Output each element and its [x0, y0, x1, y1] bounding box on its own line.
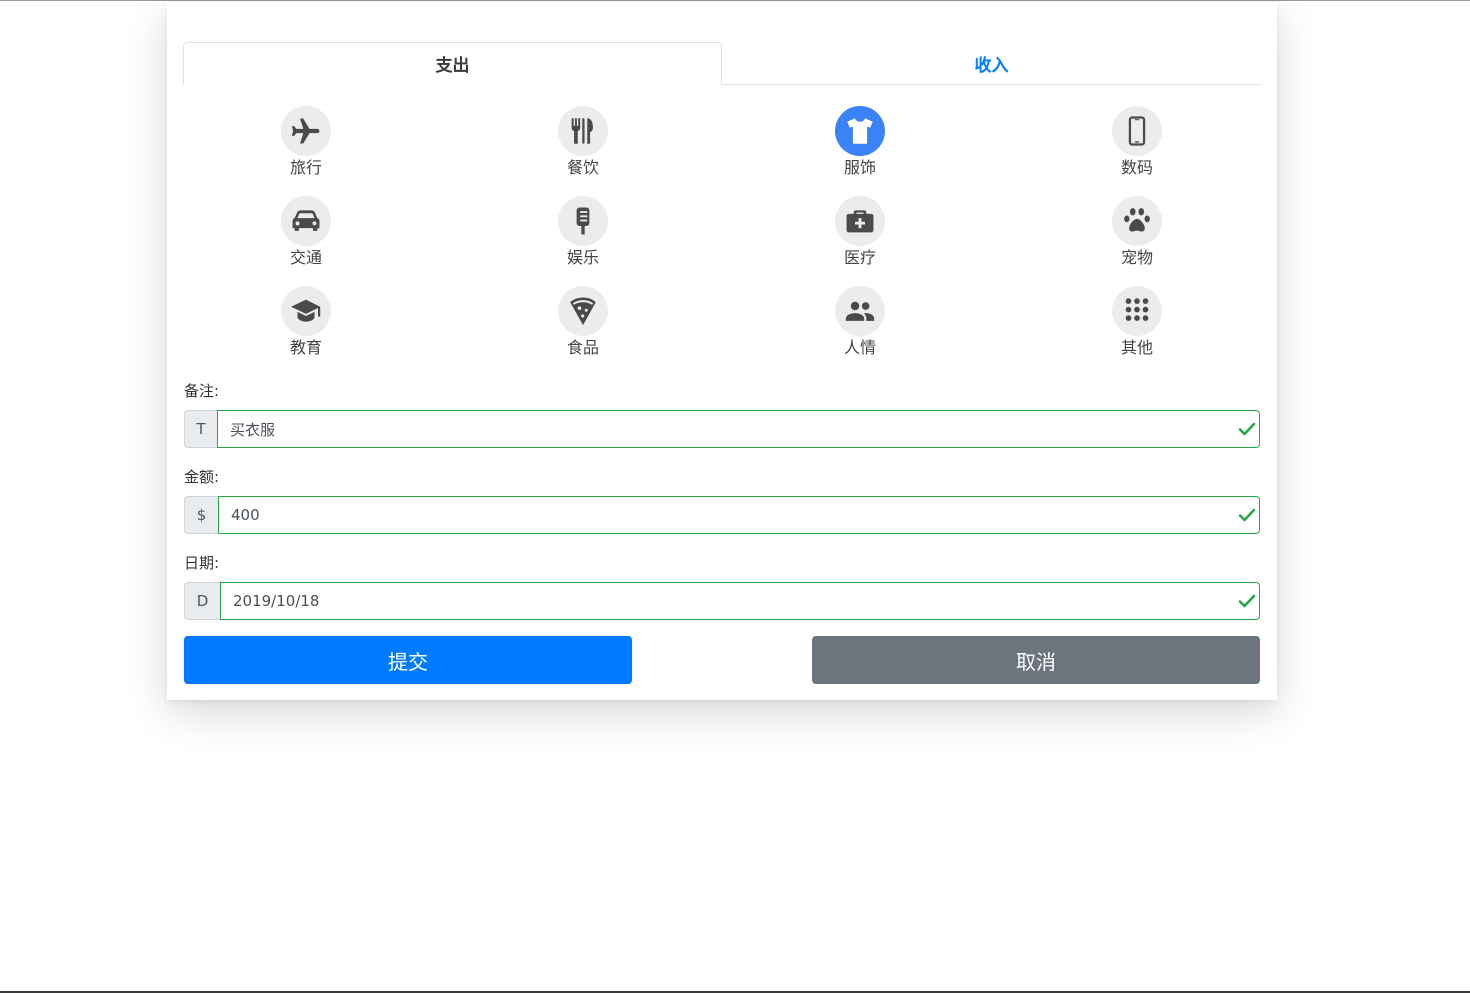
check-icon [1238, 594, 1256, 608]
category-medical[interactable]: 医疗 [800, 196, 920, 276]
amount-value: 400 [231, 506, 260, 524]
category-digital[interactable]: 数码 [1077, 106, 1197, 186]
microphone-icon [558, 196, 608, 246]
note-value: 买衣服 [230, 420, 276, 439]
type-tabs: 支出 收入 [183, 42, 1261, 85]
category-label: 教育 [289, 338, 322, 357]
graduation-cap-icon [281, 286, 331, 336]
paw-icon [1112, 196, 1162, 246]
category-dining[interactable]: 餐饮 [523, 106, 643, 186]
amount-input[interactable]: 400 [218, 496, 1260, 534]
category-pets[interactable]: 宠物 [1077, 196, 1197, 276]
category-entertainment[interactable]: 娱乐 [523, 196, 643, 276]
category-other[interactable]: 其他 [1077, 286, 1197, 366]
record-dialog: 支出 收入 旅行 餐饮 服饰 数码 交通 娱乐 医疗 宠物 教育 食品 人情 其… [167, 2, 1277, 700]
people-icon [835, 286, 885, 336]
tab-income[interactable]: 收入 [722, 42, 1261, 84]
category-label: 医疗 [843, 248, 876, 267]
amount-input-group: $ 400 [184, 496, 1260, 534]
category-food[interactable]: 食品 [523, 286, 643, 366]
category-label: 服饰 [843, 158, 876, 177]
note-input-group: T 买衣服 [184, 410, 1260, 448]
note-addon: T [184, 410, 217, 448]
window-top-border [0, 0, 1470, 1]
date-input-group: D 2019/10/18 [184, 582, 1260, 620]
amount-label: 金额: [184, 468, 220, 486]
date-input[interactable]: 2019/10/18 [220, 582, 1260, 620]
category-clothing[interactable]: 服饰 [800, 106, 920, 186]
utensils-icon [558, 106, 608, 156]
category-travel[interactable]: 旅行 [246, 106, 366, 186]
category-label: 餐饮 [566, 158, 599, 177]
tab-expense[interactable]: 支出 [183, 42, 722, 85]
category-education[interactable]: 教育 [246, 286, 366, 366]
grid-dots-icon [1112, 286, 1162, 336]
category-transport[interactable]: 交通 [246, 196, 366, 276]
cancel-button[interactable]: 取消 [812, 636, 1260, 684]
category-label: 人情 [843, 338, 876, 357]
date-addon: D [184, 582, 220, 620]
date-value: 2019/10/18 [233, 592, 320, 610]
pizza-icon [558, 286, 608, 336]
note-input[interactable]: 买衣服 [217, 410, 1260, 448]
category-label: 娱乐 [566, 248, 599, 267]
category-label: 食品 [566, 338, 599, 357]
category-label: 交通 [289, 248, 322, 267]
category-label: 其他 [1120, 338, 1153, 357]
airplane-icon [281, 106, 331, 156]
note-label: 备注: [184, 382, 220, 400]
medkit-icon [835, 196, 885, 246]
check-icon [1238, 422, 1256, 436]
tshirt-icon [835, 106, 885, 156]
phone-icon [1112, 106, 1162, 156]
category-label: 数码 [1120, 158, 1153, 177]
category-social[interactable]: 人情 [800, 286, 920, 366]
submit-button[interactable]: 提交 [184, 636, 632, 684]
amount-addon: $ [184, 496, 218, 534]
car-icon [281, 196, 331, 246]
category-label: 宠物 [1120, 248, 1153, 267]
category-label: 旅行 [289, 158, 322, 177]
date-label: 日期: [184, 554, 220, 572]
check-icon [1238, 508, 1256, 522]
